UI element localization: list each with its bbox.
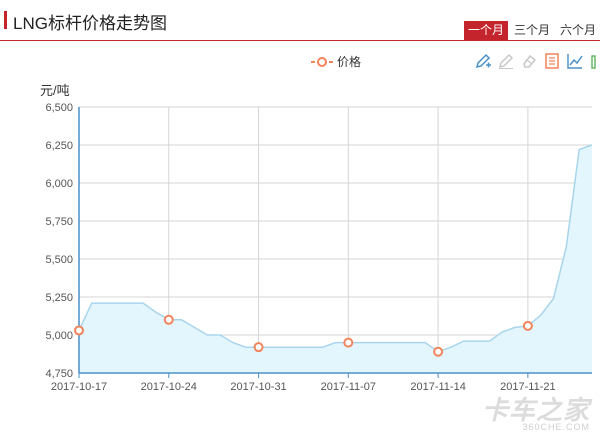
data-point-marker xyxy=(74,325,84,336)
y-tick-label: 5,750 xyxy=(45,216,73,228)
x-tick-label: 2017-11-07 xyxy=(321,381,376,393)
x-tick-label: 2017-11-21 xyxy=(500,381,555,393)
y-tick-label: 4,750 xyxy=(45,368,73,380)
price-trend-chart: 4,750 5,000 5,250 5,500 5,750 6,000 6,250 6,500… xyxy=(45,102,593,393)
y-tick-label: 6,500 xyxy=(45,102,73,114)
data-point-marker xyxy=(433,346,444,357)
x-tick-label: 2017-10-24 xyxy=(141,381,197,393)
x-tick-label: 2017-10-31 xyxy=(230,381,286,393)
data-point-marker xyxy=(163,314,174,325)
data-point-marker xyxy=(343,337,354,348)
x-tick-label: 2017-10-17 xyxy=(51,381,107,393)
y-tick-label: 5,250 xyxy=(45,292,73,304)
y-tick-label: 6,000 xyxy=(45,178,73,190)
y-tick-label: 6,250 xyxy=(45,140,73,152)
y-tick-label: 5,500 xyxy=(45,254,73,266)
data-point-marker xyxy=(253,342,264,353)
watermark-cn: 卡车之家 xyxy=(481,395,590,425)
data-point-marker xyxy=(522,320,533,331)
watermark-logo: 卡车之家 360CHE.COM xyxy=(482,397,590,432)
y-tick-label: 5,000 xyxy=(45,330,73,342)
x-tick-label: 2017-11-14 xyxy=(410,381,465,393)
